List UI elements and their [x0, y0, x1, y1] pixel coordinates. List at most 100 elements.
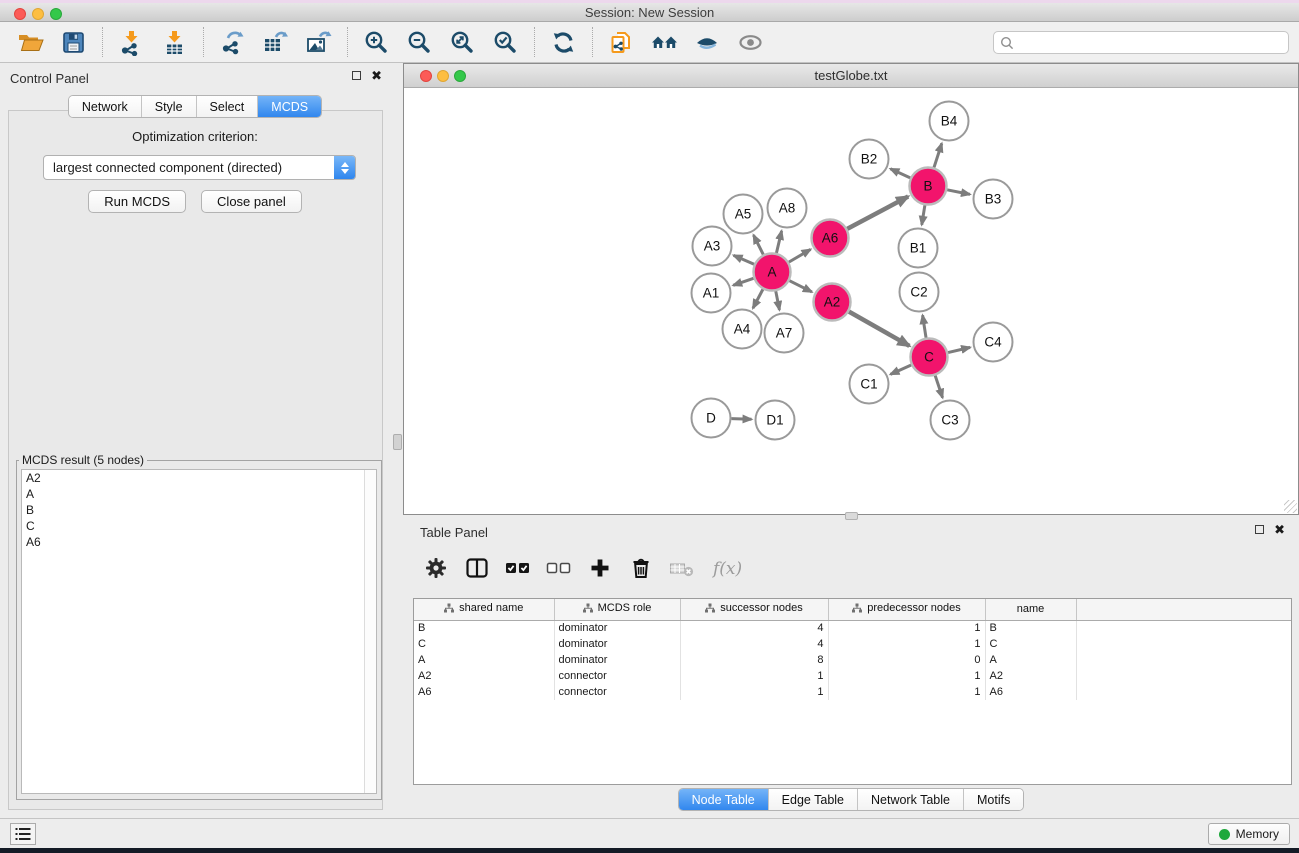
column-header-shared-name[interactable]: shared name — [414, 599, 554, 620]
open-session-icon[interactable] — [17, 29, 44, 56]
task-history-button[interactable] — [10, 823, 36, 845]
node-A2[interactable]: A2 — [814, 284, 851, 321]
show-eye-icon[interactable] — [737, 29, 764, 56]
cell-MCDS-role[interactable]: dominator — [554, 652, 680, 668]
node-D[interactable]: D — [692, 399, 731, 438]
cell-predecessor-nodes[interactable]: 1 — [828, 684, 985, 700]
import-table-icon[interactable] — [161, 29, 188, 56]
table-row[interactable]: A6connector11A6 — [414, 684, 1292, 700]
vertical-splitter-handle[interactable] — [393, 434, 402, 450]
cell-shared-name[interactable]: C — [414, 636, 554, 652]
cell-MCDS-role[interactable]: connector — [554, 684, 680, 700]
node-A3[interactable]: A3 — [693, 227, 732, 266]
edge-A-A4[interactable] — [753, 289, 763, 308]
node-B1[interactable]: B1 — [899, 229, 938, 268]
cell-predecessor-nodes[interactable]: 1 — [828, 636, 985, 652]
tab-network-table[interactable]: Network Table — [858, 789, 964, 810]
import-network-icon[interactable] — [118, 29, 145, 56]
zoom-selected-icon[interactable] — [492, 29, 519, 56]
edge-C-C4[interactable] — [948, 347, 970, 352]
table-row[interactable]: Bdominator41B — [414, 620, 1292, 636]
mcds-result-list[interactable]: A2ABCA6 — [21, 469, 377, 794]
cell-shared-name[interactable]: A — [414, 652, 554, 668]
node-C[interactable]: C — [911, 339, 948, 376]
clone-network-icon[interactable] — [608, 29, 635, 56]
cell-successor-nodes[interactable]: 8 — [680, 652, 828, 668]
column-header-successor-nodes[interactable]: successor nodes — [680, 599, 828, 620]
cell-successor-nodes[interactable]: 4 — [680, 636, 828, 652]
run-mcds-button[interactable]: Run MCDS — [88, 190, 186, 213]
edge-C-C3[interactable] — [935, 375, 942, 397]
table-row[interactable]: A2connector11A2 — [414, 668, 1292, 684]
edge-D-D1[interactable] — [731, 419, 751, 420]
cell-name[interactable]: A2 — [985, 668, 1076, 684]
column-header-name[interactable]: name — [985, 599, 1076, 620]
cell-successor-nodes[interactable]: 1 — [680, 684, 828, 700]
edge-A-A2[interactable] — [789, 281, 811, 292]
node-C2[interactable]: C2 — [900, 273, 939, 312]
hide-details-eye-icon[interactable] — [694, 29, 721, 56]
result-list-item[interactable]: B — [22, 502, 376, 518]
node-A7[interactable]: A7 — [765, 314, 804, 353]
tab-node-table[interactable]: Node Table — [679, 789, 769, 810]
control-panel-float-icon[interactable] — [352, 71, 361, 80]
column-header-predecessor-nodes[interactable]: predecessor nodes — [828, 599, 985, 620]
result-list-item[interactable]: A6 — [22, 534, 376, 550]
deselect-all-unchecked-icon[interactable] — [546, 555, 572, 581]
node-A1[interactable]: A1 — [692, 274, 731, 313]
window-resize-grip[interactable] — [1284, 500, 1297, 513]
cell-name[interactable]: C — [985, 636, 1076, 652]
cell-shared-name[interactable]: A2 — [414, 668, 554, 684]
tab-motifs[interactable]: Motifs — [964, 789, 1023, 810]
network-canvas[interactable]: B4B2BB3A5A8A6A3AB1A1A2C2A4A7CC4C1C3DD1 — [404, 89, 1298, 514]
tab-network[interactable]: Network — [69, 96, 142, 117]
column-header-MCDS-role[interactable]: MCDS role — [554, 599, 680, 620]
node-D1[interactable]: D1 — [756, 401, 795, 440]
tab-edge-table[interactable]: Edge Table — [769, 789, 858, 810]
table-panel-float-icon[interactable] — [1255, 525, 1264, 534]
criterion-dropdown[interactable]: largest connected component (directed) — [43, 155, 356, 180]
node-C4[interactable]: C4 — [974, 323, 1013, 362]
node-A[interactable]: A — [754, 254, 791, 291]
select-all-checked-icon[interactable] — [505, 555, 531, 581]
table-panel-close-icon[interactable]: ✖ — [1274, 525, 1285, 534]
edge-A-A6[interactable] — [789, 249, 811, 262]
cell-name[interactable]: A6 — [985, 684, 1076, 700]
refresh-layout-icon[interactable] — [550, 29, 577, 56]
edge-A-A5[interactable] — [754, 235, 764, 255]
tab-style[interactable]: Style — [142, 96, 197, 117]
cell-MCDS-role[interactable]: connector — [554, 668, 680, 684]
node-A5[interactable]: A5 — [724, 195, 763, 234]
save-session-icon[interactable] — [60, 29, 87, 56]
edge-A-A8[interactable] — [776, 231, 781, 253]
tab-mcds[interactable]: MCDS — [258, 96, 321, 117]
result-list-item[interactable]: A — [22, 486, 376, 502]
zoom-fit-icon[interactable] — [449, 29, 476, 56]
node-B3[interactable]: B3 — [974, 180, 1013, 219]
edge-B-B3[interactable] — [947, 190, 970, 195]
cell-predecessor-nodes[interactable]: 1 — [828, 668, 985, 684]
edge-B-B4[interactable] — [934, 143, 942, 167]
cell-name[interactable]: A — [985, 652, 1076, 668]
result-list-item[interactable]: A2 — [22, 470, 376, 486]
horizontal-splitter-handle[interactable] — [845, 512, 858, 520]
cell-MCDS-role[interactable]: dominator — [554, 636, 680, 652]
cell-MCDS-role[interactable]: dominator — [554, 620, 680, 636]
edge-A-A7[interactable] — [776, 291, 780, 310]
export-network-icon[interactable] — [219, 29, 246, 56]
edge-A-A1[interactable] — [733, 278, 753, 285]
table-row[interactable]: Adominator80A — [414, 652, 1292, 668]
columns-icon[interactable] — [464, 555, 490, 581]
node-C1[interactable]: C1 — [850, 365, 889, 404]
cell-predecessor-nodes[interactable]: 1 — [828, 620, 985, 636]
node-B2[interactable]: B2 — [850, 140, 889, 179]
result-list-item[interactable]: C — [22, 518, 376, 534]
node-A8[interactable]: A8 — [768, 189, 807, 228]
export-image-icon[interactable] — [305, 29, 332, 56]
edge-C-C1[interactable] — [890, 365, 911, 374]
add-column-icon[interactable] — [587, 555, 613, 581]
node-A4[interactable]: A4 — [723, 310, 762, 349]
delete-column-icon[interactable] — [628, 555, 654, 581]
edge-A2-C[interactable] — [849, 312, 909, 346]
result-list-scrollbar[interactable] — [364, 470, 376, 793]
